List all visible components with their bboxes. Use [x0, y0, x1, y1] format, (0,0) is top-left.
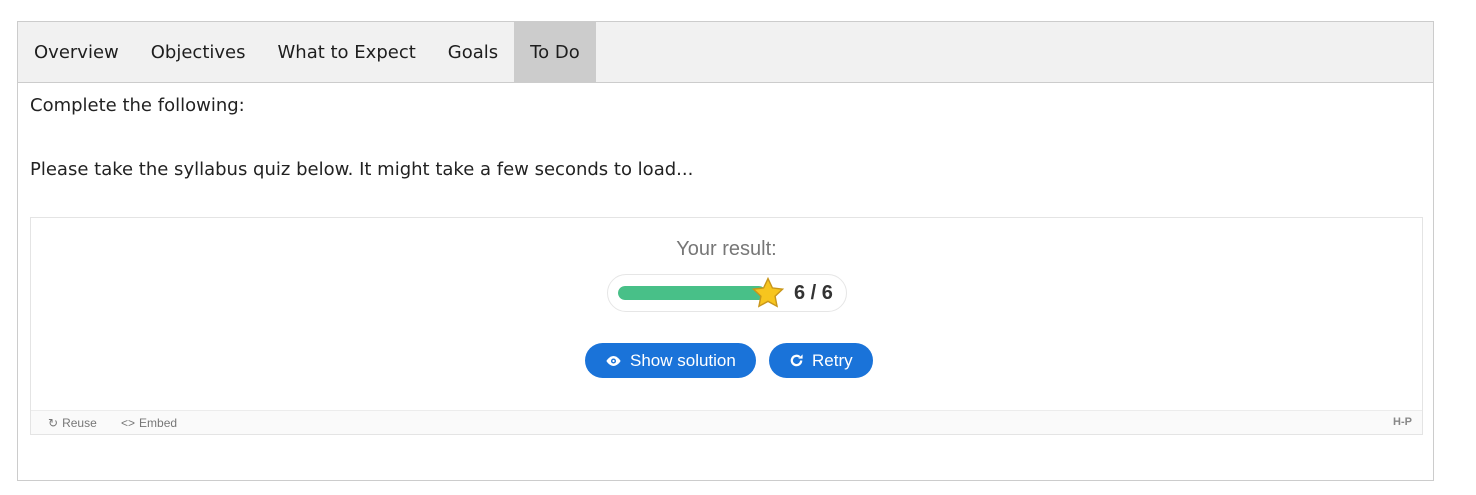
reuse-label: Reuse — [62, 416, 97, 430]
tab-overview[interactable]: Overview — [18, 22, 135, 82]
result-label: Your result: — [676, 238, 777, 260]
tab-label: To Do — [530, 41, 580, 63]
embed-link[interactable]: <> Embed — [121, 416, 177, 430]
embed-icon: <> — [121, 416, 136, 430]
score-progress-track — [618, 286, 766, 300]
reuse-icon: ↻ — [48, 416, 59, 430]
reuse-link[interactable]: ↻ Reuse — [48, 416, 97, 430]
quiz-footer: ↻ Reuse <> Embed H-P — [31, 410, 1422, 434]
intro-text: Complete the following: — [30, 95, 245, 116]
tab-goals[interactable]: Goals — [432, 22, 514, 82]
tab-label: What to Expect — [277, 41, 416, 63]
tab-to-do[interactable]: To Do — [514, 22, 596, 82]
star-icon — [751, 276, 785, 308]
show-solution-label: Show solution — [630, 350, 736, 370]
tab-label: Goals — [447, 41, 499, 63]
tab-label: Objectives — [150, 41, 246, 63]
show-solution-button[interactable]: Show solution — [585, 343, 756, 378]
eye-icon — [606, 355, 621, 366]
retry-button[interactable]: Retry — [769, 343, 873, 378]
tab-label: Overview — [34, 41, 119, 63]
score-display: 6 / 6 — [607, 274, 847, 312]
tab-panel: Overview Objectives What to Expect Goals… — [17, 21, 1434, 481]
tab-what-to-expect[interactable]: What to Expect — [261, 22, 431, 82]
quiz-embed: Your result: 6 / 6 Show solution Retry ↻… — [30, 217, 1423, 435]
score-text: 6 / 6 — [794, 282, 833, 304]
embed-label: Embed — [139, 416, 178, 430]
h5p-logo[interactable]: H-P — [1393, 416, 1412, 428]
tab-bar: Overview Objectives What to Expect Goals… — [18, 22, 1433, 83]
score-progress-fill — [618, 286, 766, 300]
tab-objectives[interactable]: Objectives — [135, 22, 262, 82]
tab-content: Complete the following: Please take the … — [30, 83, 1423, 480]
instruction-text: Please take the syllabus quiz below. It … — [30, 159, 694, 180]
retry-icon — [790, 354, 803, 367]
retry-label: Retry — [812, 350, 853, 370]
